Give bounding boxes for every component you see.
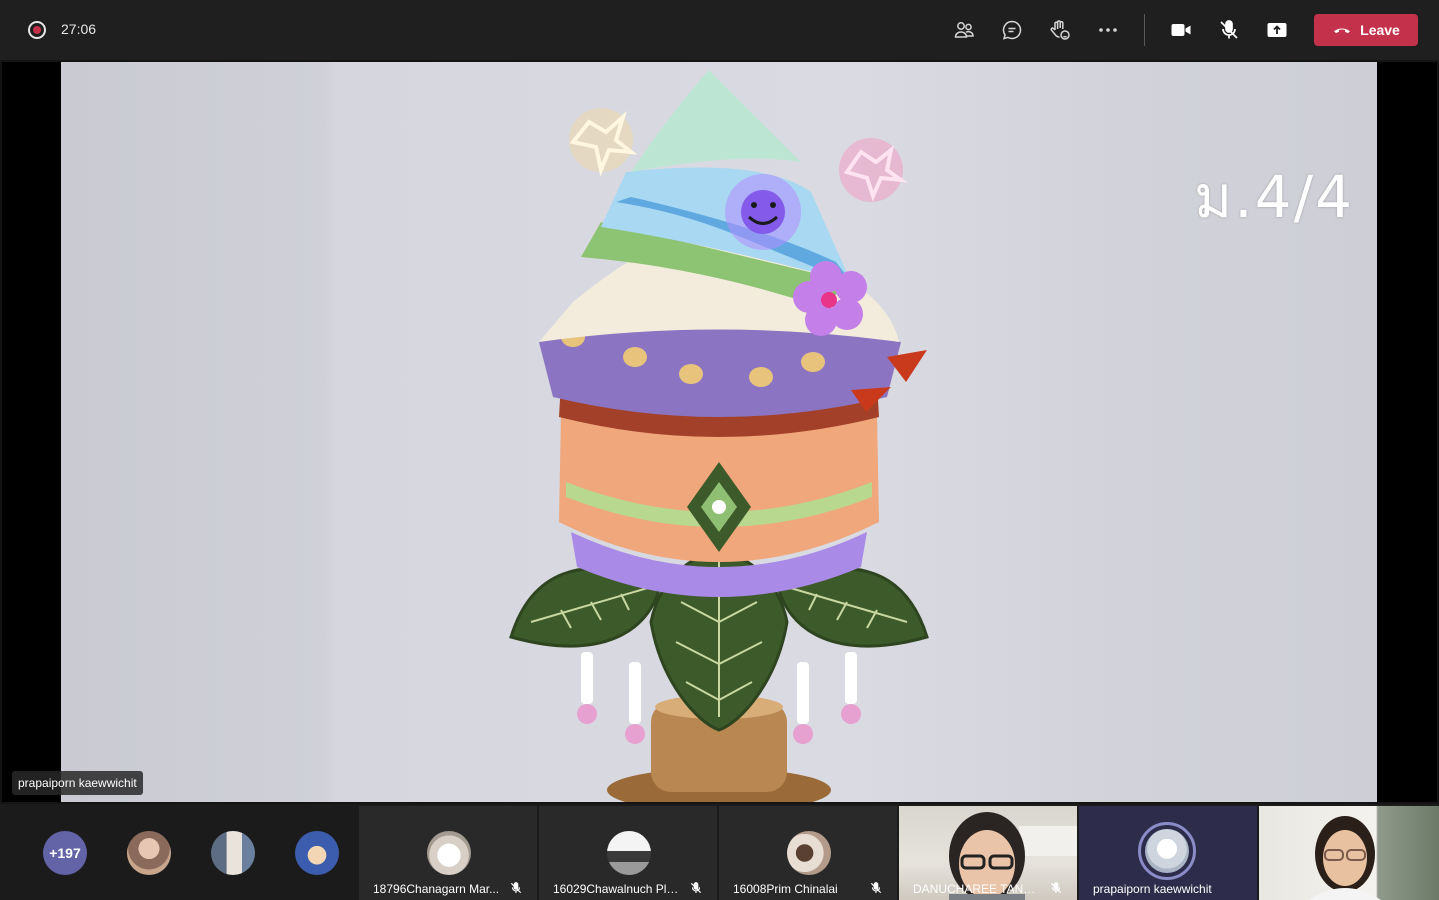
mic-off-icon [1220,20,1238,39]
overflow-count: +197 [49,845,81,861]
raise-hand-icon [1050,20,1070,40]
participant-avatar [787,831,831,875]
meeting-timer: 27:06 [61,21,97,37]
participant-name: prapaiporn kaewwichit [1093,882,1212,896]
participant-tile[interactable]: 18796Chanagarn Mar... [359,806,537,900]
mic-off-icon [870,882,882,894]
recording-icon [28,21,46,39]
participant-avatar[interactable] [127,831,171,875]
more-options-button[interactable] [1092,15,1124,45]
shared-screen-stage: ม.4/4 prapaiporn kaewwichit [2,62,1437,802]
more-icon [1099,28,1117,32]
participant-tile-speaking[interactable]: prapaiporn kaewwichit [1079,806,1257,900]
participant-tile[interactable]: 16008Prim Chinalai [719,806,897,900]
hang-up-icon [1334,28,1351,34]
share-screen-button[interactable] [1261,15,1293,45]
participant-strip: +197 18796Chanagarn Mar... 16029Chawalnu… [0,804,1439,900]
shared-overlay-text: ม.4/4 [1194,163,1355,231]
mic-off-icon [1050,882,1062,894]
participants-button[interactable] [948,15,980,45]
meeting-toolbar: 27:06 Leave [0,0,1439,60]
participant-avatar[interactable] [211,831,255,875]
toolbar-divider [1144,14,1145,46]
participant-avatar[interactable] [295,831,339,875]
participant-name: 16029Chawalnuch Plu... [553,882,681,896]
shared-content: ม.4/4 [61,62,1377,802]
camera-icon [1171,24,1191,36]
participant-video-tile[interactable]: DANUCHAREE TANTH... [899,806,1077,900]
leave-label: Leave [1360,22,1400,38]
presenter-name-label: prapaiporn kaewwichit [12,771,143,795]
share-screen-icon [1267,23,1287,37]
pedestal-artwork [509,70,929,802]
participant-avatar [607,831,651,875]
participant-name: 16008Prim Chinalai [733,882,838,896]
self-video-tile[interactable] [1259,806,1439,900]
participant-avatar [1145,829,1189,873]
camera-button[interactable] [1165,15,1197,45]
self-video [1309,816,1381,900]
leave-button[interactable]: Leave [1314,14,1418,46]
mic-off-icon [690,882,702,894]
participant-name: 18796Chanagarn Mar... [373,882,500,896]
chat-icon [1002,20,1022,40]
participant-tile[interactable]: 16029Chawalnuch Plu... [539,806,717,900]
mic-off-icon [510,882,522,894]
chat-button[interactable] [996,15,1028,45]
reactions-button[interactable] [1044,15,1076,45]
microphone-button[interactable] [1213,15,1245,45]
participant-avatar [427,831,471,875]
people-icon [954,22,974,38]
participant-name: DANUCHAREE TANTH... [913,882,1041,896]
more-participants-button[interactable]: +197 [43,831,87,875]
